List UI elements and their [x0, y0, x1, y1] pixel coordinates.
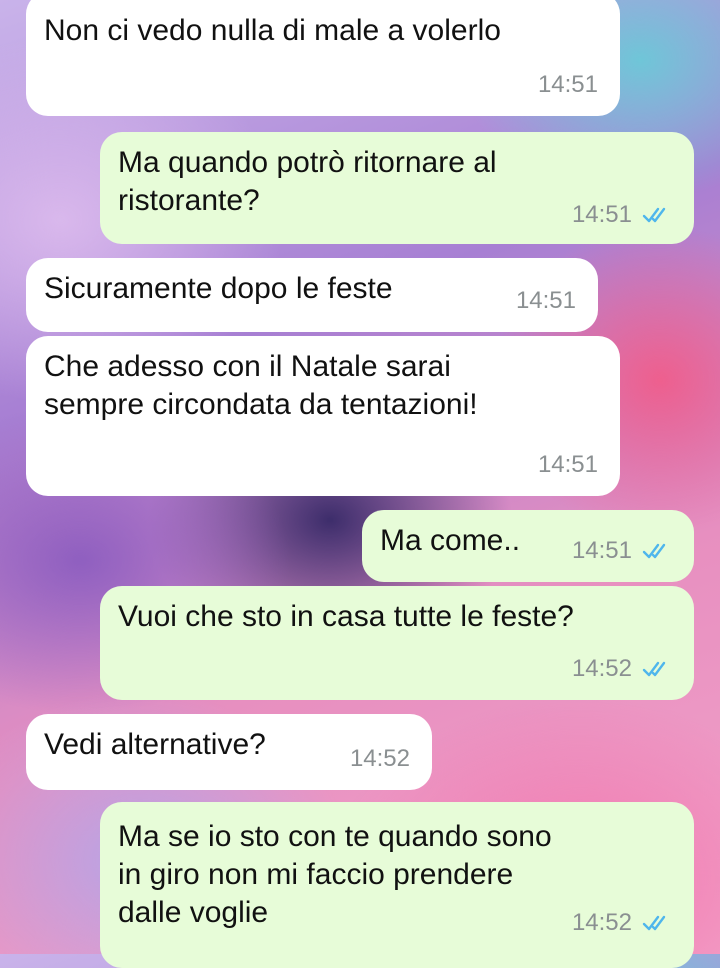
message-time: 14:51 [537, 451, 598, 478]
message-bubble-outgoing[interactable]: Ma se io sto con te quando sono in giro … [100, 802, 694, 968]
message-bubble-outgoing[interactable]: Ma quando potrò ritornare al ristorante?… [100, 132, 694, 244]
message-meta: 14:51 [538, 66, 598, 104]
message-bubble-incoming[interactable]: Che adesso con il Natale sarai sempre ci… [26, 336, 620, 496]
message-time: 14:51 [537, 71, 598, 98]
message-time: 14:51 [515, 287, 576, 314]
message-meta: 14:51 [516, 282, 576, 320]
message-bubble-incoming[interactable]: Non ci vedo nulla di male a volerlo 14:5… [26, 0, 620, 116]
double-check-icon [642, 543, 666, 559]
double-check-icon [642, 207, 666, 223]
message-time: 14:52 [571, 909, 632, 936]
message-meta: 14:52 [350, 740, 410, 778]
message-text: Che adesso con il Natale sarai sempre ci… [44, 350, 478, 421]
message-text: Sicuramente dopo le feste [44, 272, 393, 305]
message-time: 14:52 [349, 745, 410, 772]
message-bubble-incoming[interactable]: Vedi alternative? 14:52 [26, 714, 432, 790]
double-check-icon [642, 661, 666, 677]
message-time: 14:51 [571, 201, 632, 228]
message-meta: 14:52 [572, 904, 672, 942]
message-text: Vuoi che sto in casa tutte le feste? [118, 600, 574, 633]
message-bubble-outgoing[interactable]: Vuoi che sto in casa tutte le feste? 14:… [100, 586, 694, 700]
message-time: 14:52 [571, 655, 632, 682]
message-text: Non ci vedo nulla di male a volerlo [44, 14, 501, 47]
message-meta: 14:51 [572, 532, 672, 570]
message-bubble-outgoing[interactable]: Ma come.. 14:51 [362, 510, 694, 582]
message-time: 14:51 [571, 537, 632, 564]
message-meta: 14:51 [572, 196, 672, 234]
message-meta: 14:52 [572, 650, 672, 688]
message-meta: 14:51 [538, 446, 598, 484]
message-bubble-incoming[interactable]: Sicuramente dopo le feste 14:51 [26, 258, 598, 332]
double-check-icon [642, 915, 666, 931]
